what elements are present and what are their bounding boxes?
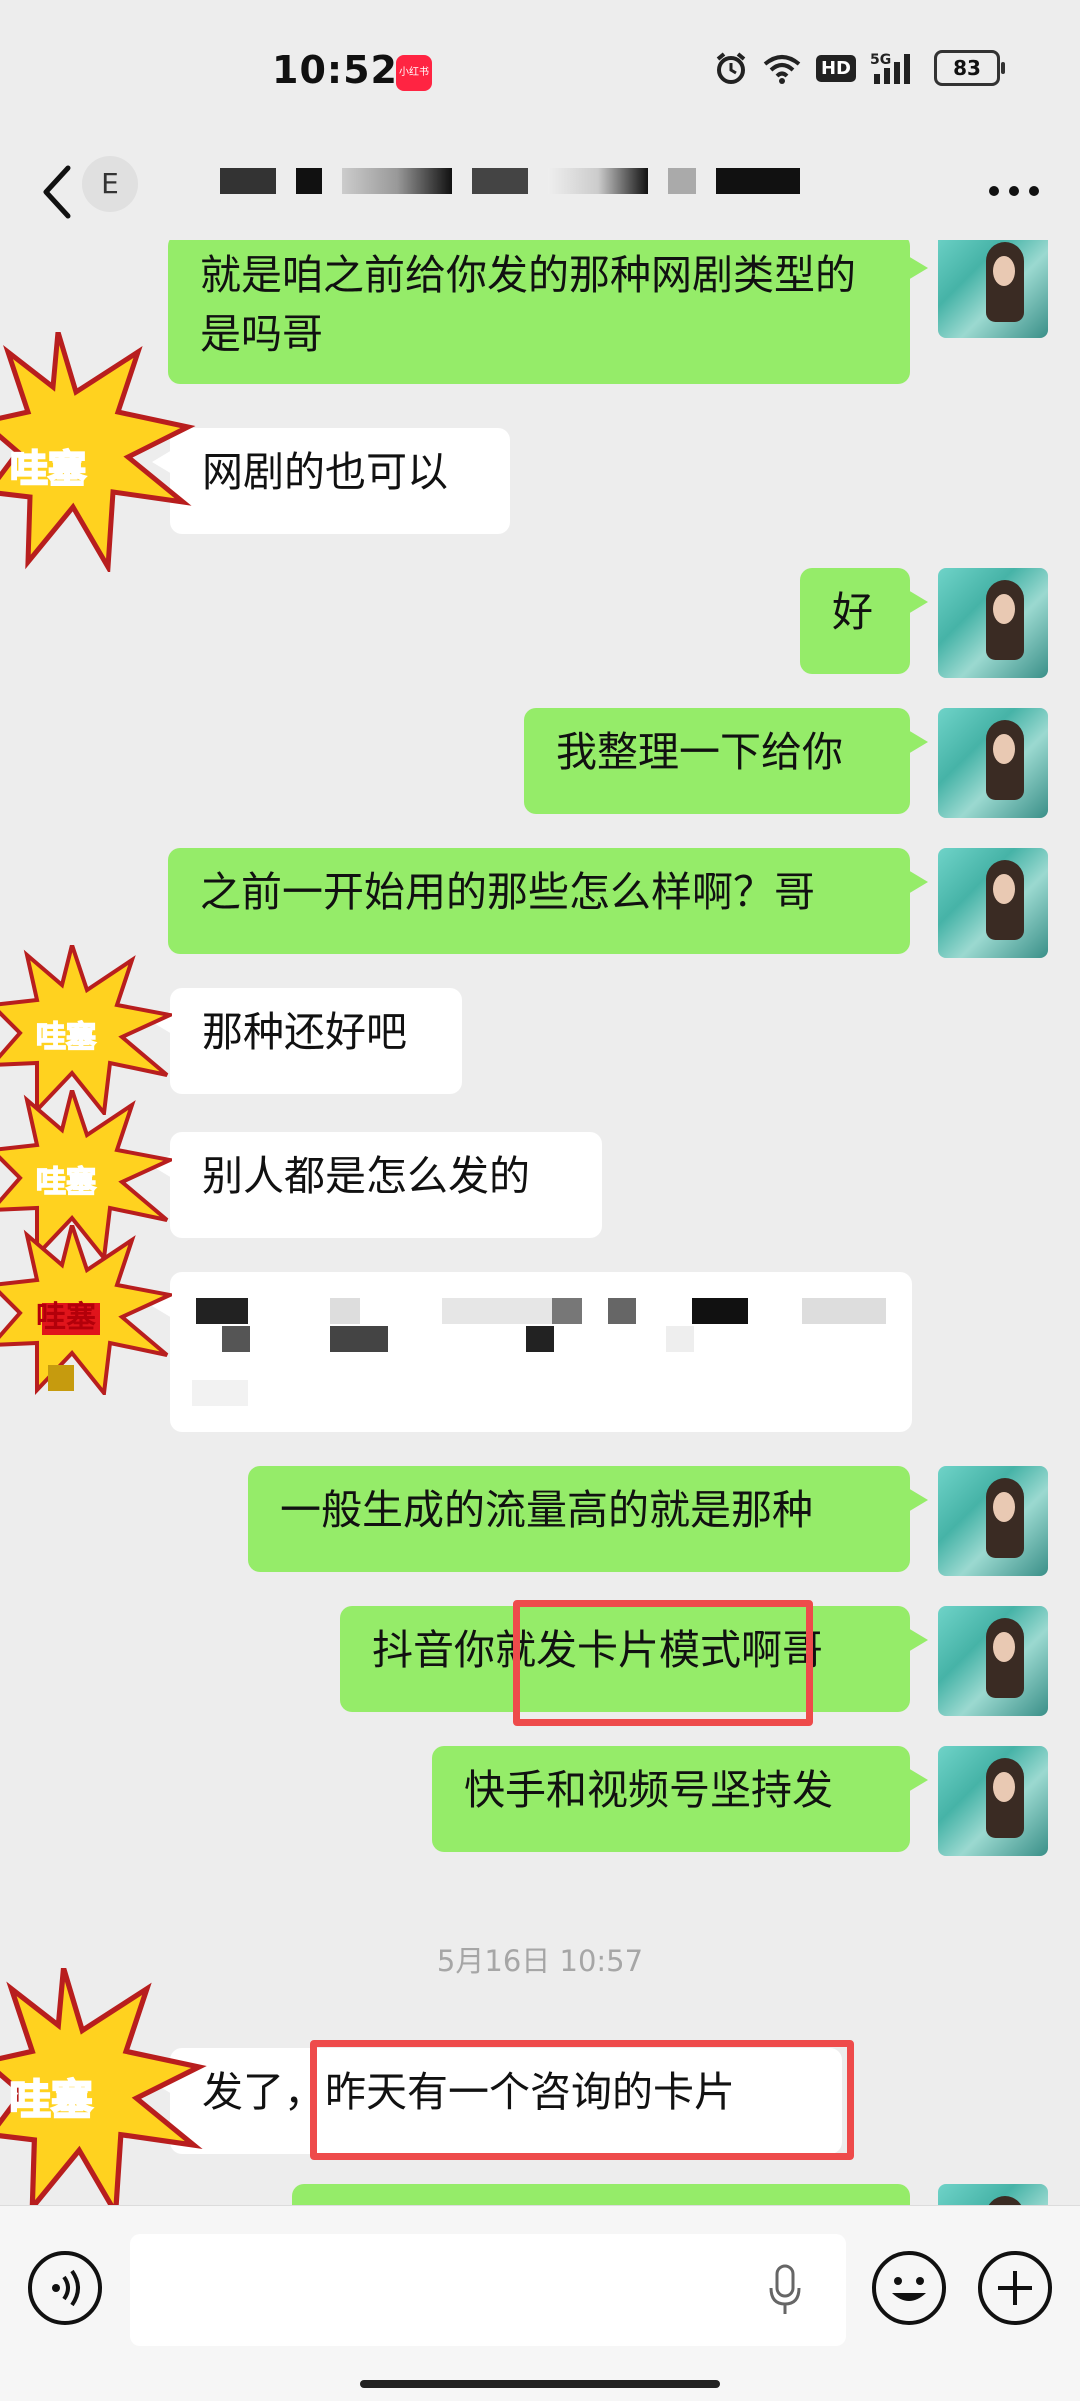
wifi-icon xyxy=(763,55,801,84)
message-bubble-them[interactable]: 那种还好吧 xyxy=(152,988,462,1094)
highlight-box xyxy=(513,1600,813,1726)
my-avatar[interactable] xyxy=(938,240,1048,338)
chat-message-list[interactable]: 就是咱之前给你发的那种网剧类型的是吗哥 网剧的也可以 哇塞 好 我整理一下给你 … xyxy=(0,240,1080,2205)
status-bar: 10:52 小红书 HD 5G 83 xyxy=(0,0,1080,140)
message-bubble-me[interactable]: 我整理一下给你 xyxy=(524,708,928,814)
my-avatar[interactable] xyxy=(938,708,1048,818)
sticker-label: 哇塞 xyxy=(36,1020,96,1055)
alarm-icon xyxy=(716,52,746,84)
status-icons: HD 5G 83 xyxy=(714,50,1005,86)
status-time: 10:52 xyxy=(272,48,398,92)
message-bubble-me[interactable]: 一般生成的流量高的就是那种 xyxy=(248,1466,928,1572)
my-avatar[interactable] xyxy=(938,848,1048,958)
sticker-label: 哇塞 xyxy=(9,2075,93,2124)
contact-avatar[interactable]: E xyxy=(82,156,138,212)
sticker-avatar-wowsa-icon[interactable]: 哇塞 xyxy=(0,1225,172,1395)
message-bubble-them[interactable]: 别人都是怎么发的 xyxy=(152,1132,602,1238)
home-indicator[interactable] xyxy=(360,2380,720,2388)
back-arrow-icon[interactable] xyxy=(38,162,78,222)
my-avatar[interactable] xyxy=(938,1606,1048,1716)
message-bubble-them-redacted[interactable] xyxy=(152,1272,912,1432)
sticker-label: 哇塞 xyxy=(36,1300,96,1335)
plus-icon[interactable] xyxy=(978,2251,1052,2325)
sticker-avatar-wowsa-icon[interactable]: 哇塞 xyxy=(0,1968,210,2205)
emoji-icon[interactable] xyxy=(872,2251,946,2325)
message-input[interactable] xyxy=(130,2234,846,2346)
message-bubble-them[interactable]: 网剧的也可以 xyxy=(152,428,510,534)
voice-icon[interactable] xyxy=(28,2251,102,2325)
smiley-face-icon xyxy=(892,2277,926,2301)
app-notification-icon: 小红书 xyxy=(396,55,432,91)
my-avatar[interactable] xyxy=(938,568,1048,678)
highlight-box xyxy=(310,2040,854,2160)
message-bubble-me[interactable]: 就是咱之前给你发的那种网剧类型的是吗哥 xyxy=(168,240,928,384)
message-bubble-me[interactable]: 之前一开始用的那些怎么样啊？哥 xyxy=(168,848,928,954)
message-bubble-me[interactable]: 快手和视频号坚持发 xyxy=(432,1746,928,1852)
mic-icon[interactable] xyxy=(768,2264,802,2318)
voice-waves-icon xyxy=(52,2269,80,2307)
message-bubble-me[interactable]: 好 xyxy=(800,568,928,674)
signal-icon: 5G xyxy=(870,52,910,84)
my-avatar[interactable] xyxy=(938,1466,1048,1576)
sticker-label: 哇塞 xyxy=(10,447,86,491)
add-icon xyxy=(998,2271,1032,2305)
contact-name-redacted xyxy=(220,168,800,194)
message-bubble-me-partial[interactable] xyxy=(292,2184,910,2205)
sticker-label: 哇塞 xyxy=(36,1165,96,1200)
chat-header: E xyxy=(0,140,1080,250)
more-options-icon[interactable] xyxy=(984,176,1044,206)
svg-text:5G: 5G xyxy=(870,52,891,68)
chat-input-bar xyxy=(0,2205,1080,2401)
sticker-avatar-wowsa-icon[interactable]: 哇塞 xyxy=(0,332,198,572)
hd-icon: HD xyxy=(815,54,856,82)
battery-icon: 83 xyxy=(934,50,1005,86)
my-avatar[interactable] xyxy=(938,2184,1048,2205)
my-avatar[interactable] xyxy=(938,1746,1048,1856)
